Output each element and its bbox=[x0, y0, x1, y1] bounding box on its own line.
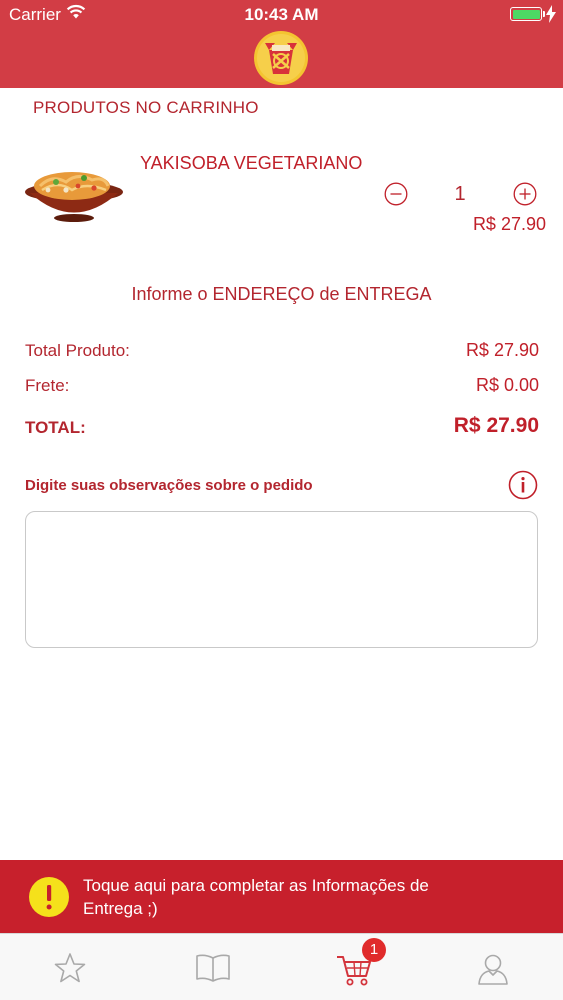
battery-icon bbox=[510, 7, 545, 21]
user-icon bbox=[478, 954, 508, 985]
observations-field[interactable] bbox=[25, 511, 538, 648]
tab-menu[interactable] bbox=[141, 934, 281, 1000]
shipping-label: Frete: bbox=[25, 376, 70, 395]
banner-text: Toque aqui para completar as Informações… bbox=[83, 876, 429, 918]
warning-icon bbox=[29, 877, 69, 917]
quantity-value: 1 bbox=[454, 183, 466, 205]
delivery-address-link[interactable]: Informe o ENDEREÇO de ENTREGA bbox=[0, 284, 563, 305]
noodle-box-logo[interactable] bbox=[253, 30, 309, 86]
observations-label: Digite suas observações sobre o pedido bbox=[25, 477, 313, 494]
cart-badge: 1 bbox=[362, 938, 386, 962]
yakisoba-bowl-image bbox=[25, 172, 123, 222]
increase-quantity-button[interactable] bbox=[513, 182, 537, 206]
cart-section-title: PRODUTOS NO CARRINHO bbox=[33, 98, 259, 117]
info-icon[interactable] bbox=[508, 470, 538, 500]
app-header: Carrier 10:43 AM bbox=[0, 0, 563, 88]
product-total-value: R$ 27.90 bbox=[465, 340, 539, 360]
total-value: R$ 27.90 bbox=[453, 414, 539, 437]
decrease-quantity-button[interactable] bbox=[384, 182, 408, 206]
delivery-info-banner[interactable]: Toque aqui para completar as Informações… bbox=[0, 860, 563, 933]
tab-favorites[interactable] bbox=[0, 934, 140, 1000]
product-price: R$ 27.90 bbox=[472, 214, 546, 234]
status-time: 10:43 AM bbox=[244, 5, 319, 24]
star-icon bbox=[54, 953, 86, 983]
tab-profile[interactable] bbox=[423, 934, 563, 1000]
product-total-label: Total Produto: bbox=[25, 341, 130, 360]
tab-cart[interactable] bbox=[282, 934, 422, 1000]
shipping-value: R$ 0.00 bbox=[475, 375, 539, 395]
charging-icon bbox=[546, 5, 556, 23]
product-name: YAKISOBA VEGETARIANO bbox=[140, 153, 363, 173]
total-label: TOTAL: bbox=[25, 418, 86, 437]
book-icon bbox=[196, 954, 230, 982]
status-bar: Carrier 10:43 AM bbox=[0, 0, 563, 30]
tab-bar: 1 bbox=[0, 933, 563, 1000]
